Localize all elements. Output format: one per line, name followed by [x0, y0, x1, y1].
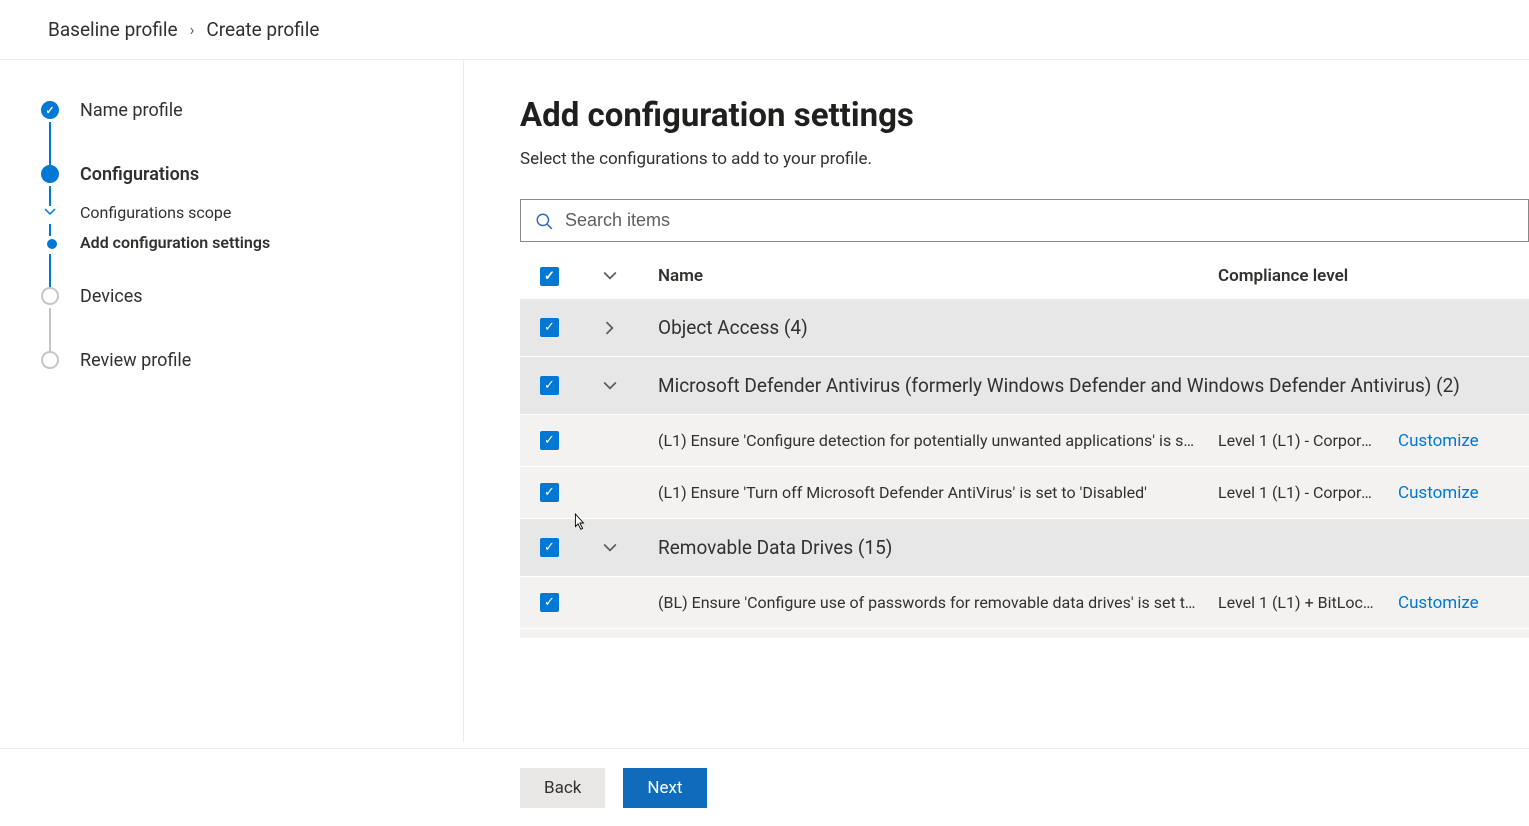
step-name-profile[interactable]: ✓ Name profile — [40, 100, 439, 164]
customize-link[interactable]: Customize — [1398, 483, 1479, 503]
table-row[interactable]: ✓ (L1) Ensure 'Configure detection for p… — [520, 415, 1529, 467]
item-compliance: Level 1 (L1) + BitLocke… — [1200, 593, 1380, 612]
expand-all-toggle[interactable] — [580, 269, 640, 283]
chevron-down-icon — [603, 541, 617, 555]
step-label: Add configuration settings — [80, 232, 270, 254]
row-checkbox[interactable]: ✓ — [540, 318, 559, 337]
group-row-removable-drives[interactable]: ✓ Removable Data Drives (15) — [520, 519, 1529, 577]
step-label: Devices — [80, 286, 143, 308]
step-label: Review profile — [80, 350, 191, 372]
configurations-table: ✓ Name Compliance level ✓ — [520, 256, 1529, 639]
expand-toggle[interactable] — [580, 321, 640, 335]
current-substep-icon — [47, 239, 57, 249]
next-button[interactable]: Next — [623, 768, 706, 808]
page-subtitle: Select the configurations to add to your… — [520, 149, 1529, 169]
search-icon — [535, 212, 553, 230]
item-compliance: Level 1 (L1) - Corporat… — [1200, 483, 1380, 502]
table-header: ✓ Name Compliance level — [520, 256, 1529, 299]
chevron-down-icon — [603, 379, 617, 393]
group-row-defender[interactable]: ✓ Microsoft Defender Antivirus (formerly… — [520, 357, 1529, 415]
step-label: Configurations — [80, 164, 199, 186]
page-title: Add configuration settings — [520, 96, 1529, 135]
customize-link[interactable]: Customize — [1398, 431, 1479, 451]
step-configurations[interactable]: Configurations — [40, 164, 439, 202]
row-checkbox[interactable]: ✓ — [540, 431, 559, 450]
expand-toggle[interactable] — [580, 541, 640, 555]
check-icon: ✓ — [41, 101, 59, 119]
item-name: (L1) Ensure 'Turn off Microsoft Defender… — [640, 483, 1200, 502]
column-header-name[interactable]: Name — [640, 266, 1200, 286]
wizard-stepper: ✓ Name profile Configurations Configurat… — [0, 60, 464, 742]
table-row[interactable]: ✓ (L1) Ensure 'Turn off Microsoft Defend… — [520, 467, 1529, 519]
step-review-profile[interactable]: Review profile — [40, 350, 439, 372]
row-checkbox[interactable]: ✓ — [540, 593, 559, 612]
item-name: (L1) Ensure 'Configure detection for pot… — [640, 431, 1200, 450]
breadcrumb-parent[interactable]: Baseline profile — [48, 18, 178, 41]
row-checkbox[interactable]: ✓ — [540, 376, 559, 395]
search-input[interactable] — [563, 209, 1514, 232]
chevron-down-icon — [41, 203, 59, 221]
substep-add-config-settings[interactable]: Add configuration settings — [40, 232, 439, 286]
column-header-compliance[interactable]: Compliance level — [1200, 266, 1380, 286]
row-checkbox[interactable]: ✓ — [540, 483, 559, 502]
item-compliance: Level 1 (L1) - Corporat… — [1200, 431, 1380, 450]
table-row-partial — [520, 629, 1529, 639]
pending-step-icon — [41, 351, 59, 369]
active-step-icon — [41, 165, 59, 183]
group-name: Object Access (4) — [640, 316, 1200, 339]
group-name: Microsoft Defender Antivirus (formerly W… — [640, 374, 1500, 397]
breadcrumb: Baseline profile › Create profile — [0, 0, 1529, 60]
item-name: (BL) Ensure 'Configure use of passwords … — [640, 593, 1200, 612]
breadcrumb-current: Create profile — [206, 18, 319, 41]
customize-link[interactable]: Customize — [1398, 593, 1479, 613]
step-devices[interactable]: Devices — [40, 286, 439, 350]
expand-toggle[interactable] — [580, 379, 640, 393]
wizard-footer: Back Next — [0, 748, 1529, 826]
group-name: Removable Data Drives (15) — [640, 536, 1200, 559]
search-box[interactable] — [520, 199, 1529, 242]
step-label: Name profile — [80, 100, 183, 122]
back-button[interactable]: Back — [520, 768, 605, 808]
chevron-down-icon — [603, 269, 617, 283]
group-row-object-access[interactable]: ✓ Object Access (4) — [520, 299, 1529, 357]
step-label: Configurations scope — [80, 202, 231, 224]
table-row[interactable]: ✓ (BL) Ensure 'Configure use of password… — [520, 577, 1529, 629]
select-all-checkbox[interactable]: ✓ — [540, 267, 559, 286]
chevron-right-icon — [603, 321, 617, 335]
substep-configurations-scope[interactable]: Configurations scope — [40, 202, 439, 232]
row-checkbox[interactable]: ✓ — [540, 538, 559, 557]
chevron-right-icon: › — [190, 20, 195, 39]
pending-step-icon — [41, 287, 59, 305]
